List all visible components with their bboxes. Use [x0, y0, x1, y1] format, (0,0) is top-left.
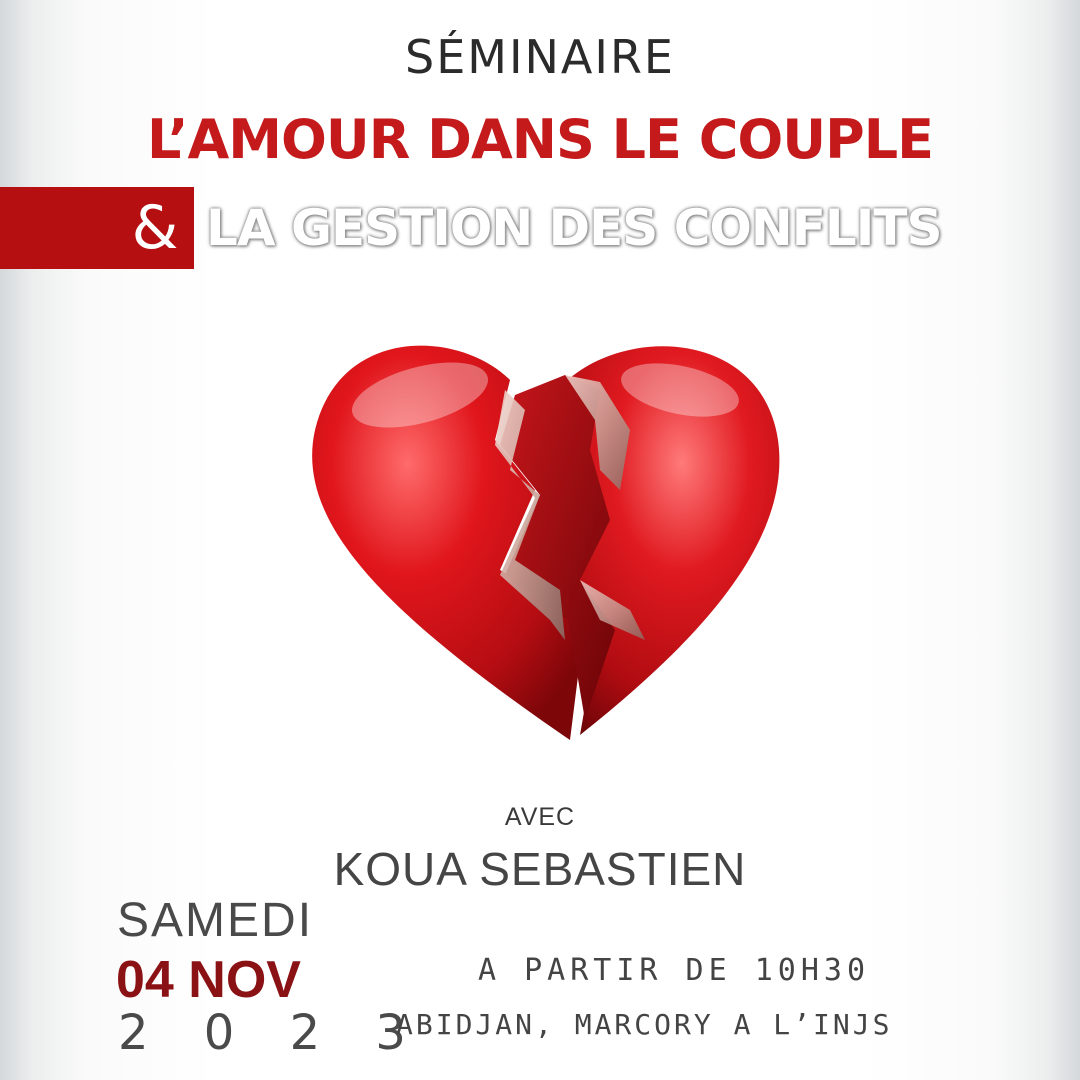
event-day: SAMEDI — [117, 894, 314, 947]
title-ampersand: & — [131, 193, 179, 263]
event-time: A PARTIR DE 10H30 — [478, 953, 871, 988]
event-location: ABIDJAN, MARCORY A L’INJS — [396, 1008, 893, 1041]
speaker-name: KOUA SEBASTIEN — [333, 843, 747, 895]
event-date: 04 NOV — [116, 951, 301, 1009]
event-title-line1: L’AMOUR DANS LE COUPLE — [146, 108, 934, 171]
event-kicker: SÉMINAIRE — [405, 30, 675, 84]
broken-heart-icon — [300, 320, 790, 750]
seminar-poster: SÉMINAIRE L’AMOUR DANS LE COUPLE & LA GE… — [0, 0, 1080, 1080]
event-year: 2 0 2 3 — [118, 1005, 426, 1061]
event-title-line2: LA GESTION DES CONFLITS — [206, 199, 943, 257]
speaker-intro: AVEC — [504, 803, 576, 831]
